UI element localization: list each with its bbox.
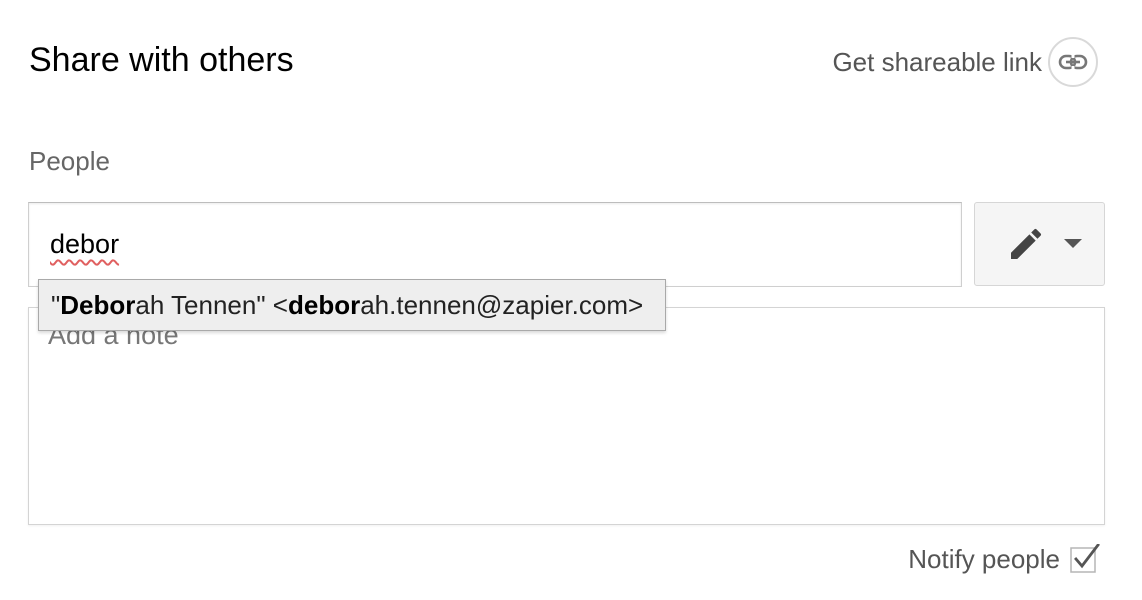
link-icon[interactable]	[1048, 37, 1098, 87]
suggestion-email-rest: ah.tennen@zapier.com>	[360, 290, 644, 320]
people-input[interactable]: debor	[28, 202, 962, 287]
suggestion-name-rest: ah Tennen	[135, 290, 257, 320]
notify-people-checkbox[interactable]	[1070, 543, 1100, 574]
suggestion-quote-open: "	[51, 290, 61, 320]
dialog-title: Share with others	[29, 41, 294, 79]
notify-people-label: Notify people	[908, 544, 1060, 574]
chevron-down-icon	[1063, 239, 1082, 249]
note-textarea[interactable]: Add a note	[28, 307, 1105, 525]
get-shareable-link-label: Get shareable link	[832, 47, 1042, 77]
suggestion-quote-close: " <	[256, 290, 288, 320]
pencil-icon	[1006, 224, 1046, 264]
suggestion-email-match: debor	[287, 290, 361, 320]
permission-dropdown-button[interactable]	[974, 202, 1105, 286]
people-input-value[interactable]: debor	[50, 227, 119, 261]
people-label: People	[29, 146, 110, 176]
notify-people-option[interactable]: Notify people	[908, 539, 1100, 579]
autocomplete-suggestion[interactable]: "Deborah Tennen" <deborah.tennen@zapier.…	[38, 279, 667, 331]
suggestion-name-match: Debor	[60, 290, 136, 320]
get-shareable-link-button[interactable]: Get shareable link	[832, 36, 1098, 88]
